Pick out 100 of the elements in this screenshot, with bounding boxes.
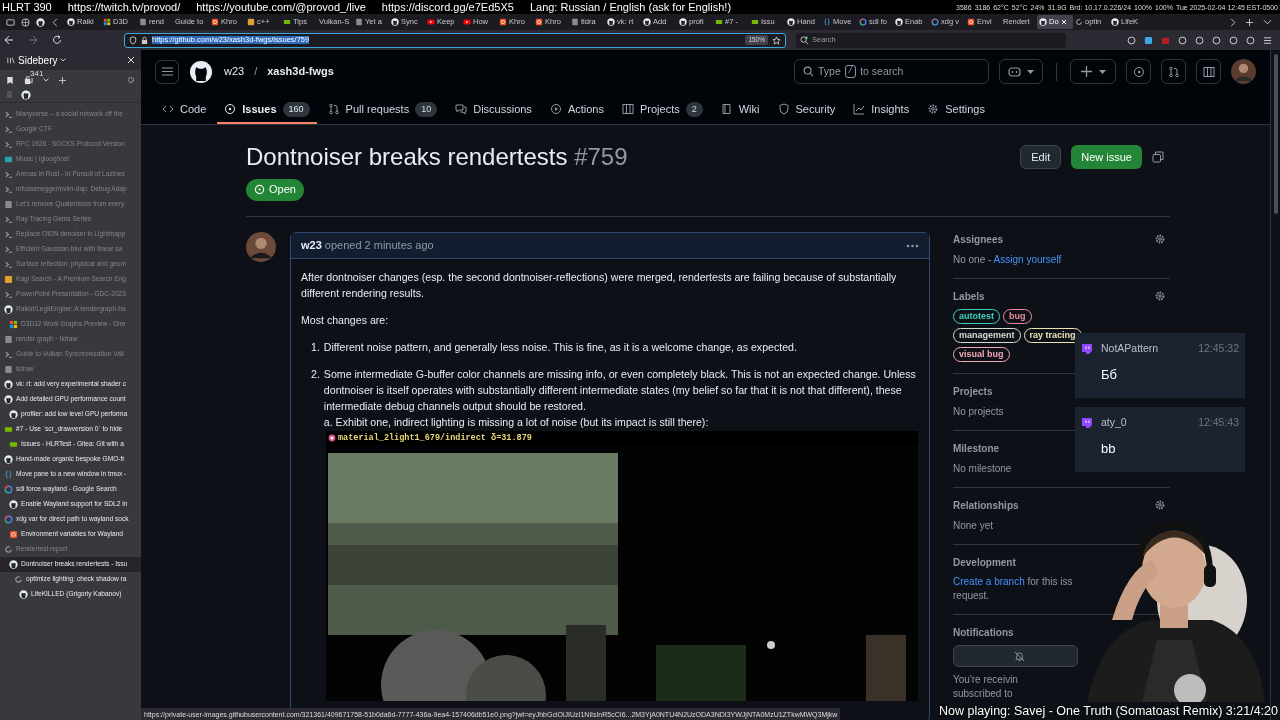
assignees-text: No one - Assign yourself bbox=[953, 253, 1062, 267]
star-icon[interactable] bbox=[772, 35, 781, 45]
logo-icon bbox=[679, 18, 687, 26]
shield-icon bbox=[777, 103, 790, 115]
plus-icon[interactable] bbox=[1245, 17, 1254, 27]
status-badge: Open bbox=[246, 178, 304, 201]
copy-icon[interactable] bbox=[1152, 151, 1164, 163]
now-playing-text: Now playing: Savej - One Truth (Somatoast Remix) 3:21/4:20 bbox=[938, 705, 1278, 718]
circle-icon[interactable] bbox=[1195, 35, 1204, 45]
menu-icon[interactable] bbox=[1263, 35, 1272, 45]
ring-icon bbox=[967, 18, 975, 26]
repo-tab[interactable]: Insights bbox=[846, 96, 917, 124]
ring-icon bbox=[211, 18, 219, 26]
issues-button[interactable] bbox=[1126, 59, 1151, 84]
count-badge: 160 bbox=[282, 101, 310, 117]
create-button[interactable] bbox=[1070, 59, 1116, 84]
list-text: Different noise pattern, and generally less noise. This is fine, as it is a welcome change, as expected. bbox=[323, 340, 797, 355]
logo-icon bbox=[1039, 18, 1047, 26]
settings-icon[interactable] bbox=[127, 76, 135, 84]
development-text: Create a branch for this iss request. bbox=[953, 575, 1073, 603]
author-link[interactable]: w23 bbox=[301, 237, 322, 254]
caret-icon[interactable] bbox=[1263, 19, 1272, 25]
more-icon[interactable] bbox=[906, 243, 919, 248]
terminal-icon bbox=[4, 230, 13, 239]
avatar[interactable] bbox=[246, 232, 276, 262]
repo-tab[interactable]: Issues 160 bbox=[217, 96, 317, 124]
globe-icon[interactable] bbox=[21, 17, 30, 27]
avatar[interactable] bbox=[1231, 59, 1256, 84]
issue-icon bbox=[224, 103, 237, 115]
inbox-button[interactable] bbox=[1196, 59, 1221, 84]
ring-icon bbox=[9, 530, 18, 539]
search-placeholder: Type bbox=[818, 63, 841, 79]
list-number: 2. bbox=[311, 367, 320, 382]
logo-icon bbox=[36, 17, 45, 27]
new-issue-button[interactable]: New issue bbox=[1071, 145, 1142, 169]
reload-icon[interactable] bbox=[52, 35, 62, 45]
chat-text: Бб bbox=[1101, 365, 1118, 384]
logo-icon bbox=[4, 455, 13, 464]
overlay-text: https://discord.gg/e7Ed5X5 bbox=[381, 1, 514, 13]
repo-tab[interactable]: Projects 2 bbox=[614, 96, 710, 124]
back-icon[interactable] bbox=[51, 17, 59, 27]
search-field[interactable]: Type / to search bbox=[794, 59, 989, 84]
plus-icon[interactable] bbox=[59, 76, 66, 84]
create-branch-link[interactable]: Create a branch bbox=[953, 576, 1025, 587]
target-icon bbox=[328, 434, 336, 442]
section-text: None yet bbox=[953, 519, 994, 533]
owner-link[interactable]: w23 bbox=[224, 63, 245, 80]
terminal-icon bbox=[4, 125, 13, 134]
repo-tab[interactable]: Settings bbox=[920, 96, 992, 124]
menu-icon bbox=[161, 67, 173, 76]
label-tag[interactable]: bug bbox=[1003, 309, 1032, 324]
repo-tab[interactable]: Discussions bbox=[448, 96, 539, 124]
settings-icon[interactable] bbox=[1154, 290, 1166, 302]
tab-list-icon[interactable] bbox=[6, 17, 15, 27]
close-icon[interactable] bbox=[127, 56, 135, 64]
section-heading: Labels bbox=[953, 289, 985, 304]
bookmark-icon[interactable] bbox=[6, 75, 14, 85]
logo-icon bbox=[9, 560, 18, 569]
grid-icon bbox=[103, 18, 111, 26]
bell-slash-icon bbox=[1014, 650, 1025, 662]
assign-link[interactable]: Assign yourself bbox=[993, 254, 1062, 265]
chat-text: bb bbox=[1101, 439, 1117, 458]
caret-icon[interactable] bbox=[60, 58, 67, 62]
repo-link[interactable]: xash3d-fwgs bbox=[267, 63, 334, 80]
square-icon[interactable] bbox=[1144, 35, 1153, 45]
chevron-right-icon[interactable] bbox=[1230, 17, 1236, 27]
repo-tab[interactable]: Wiki bbox=[713, 96, 767, 124]
logo-icon bbox=[4, 305, 13, 314]
repo-tab[interactable]: Actions bbox=[542, 96, 611, 124]
label-tag[interactable]: ray tracing bbox=[1023, 328, 1082, 343]
reload-icon bbox=[1075, 18, 1083, 26]
forward-icon[interactable] bbox=[28, 35, 38, 45]
section-text: No milestone bbox=[953, 462, 1012, 476]
settings-icon[interactable] bbox=[1154, 499, 1166, 511]
edit-button[interactable]: Edit bbox=[1020, 145, 1062, 169]
pull-requests-button[interactable] bbox=[1161, 59, 1186, 84]
overlay-text: https://twitch.tv/provod/ bbox=[67, 1, 181, 13]
tab-count: 341 bbox=[30, 69, 44, 78]
comment-text: Most changes are: bbox=[301, 313, 390, 328]
back-icon[interactable] bbox=[4, 35, 14, 45]
issue-icon bbox=[1132, 65, 1145, 78]
repo-tab[interactable]: Security bbox=[770, 96, 843, 124]
graph-icon bbox=[853, 103, 866, 115]
caret-icon[interactable] bbox=[43, 78, 49, 82]
label-tag[interactable]: autotest bbox=[953, 309, 1000, 324]
label-tag[interactable]: visual bug bbox=[953, 347, 1010, 362]
label-tag[interactable]: management bbox=[953, 328, 1021, 343]
panel-icon[interactable] bbox=[6, 55, 15, 65]
comment-meta: opened 2 minutes ago bbox=[324, 238, 434, 254]
repo-tab[interactable]: Pull requests 10 bbox=[320, 96, 445, 124]
settings-icon[interactable] bbox=[1154, 233, 1166, 245]
logo-icon[interactable] bbox=[189, 59, 213, 84]
logo-icon bbox=[607, 18, 615, 26]
logo-icon bbox=[391, 18, 399, 26]
shield-icon bbox=[129, 35, 137, 45]
ring-icon bbox=[535, 18, 543, 26]
play-icon bbox=[549, 103, 562, 115]
copilot-button[interactable] bbox=[999, 59, 1043, 84]
repo-tab[interactable]: Code bbox=[155, 96, 214, 124]
caret-icon bbox=[1027, 69, 1034, 74]
